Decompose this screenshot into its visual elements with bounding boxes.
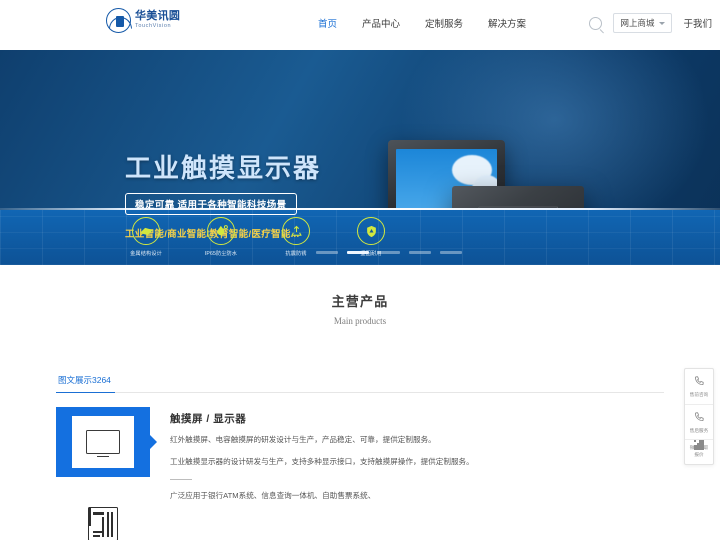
hero-feature-item: IP65防尘防水 bbox=[195, 217, 247, 257]
product-title: 触摸屏 / 显示器 bbox=[170, 413, 247, 425]
shock-resist-icon bbox=[282, 217, 310, 245]
section-title-en: Main products bbox=[333, 316, 387, 326]
metal-plate-icon bbox=[132, 217, 160, 245]
contact-aftersale-button[interactable]: 售后服务 bbox=[685, 405, 713, 441]
tab-image-text-display[interactable]: 图文展示3264 bbox=[56, 374, 115, 393]
carousel-dot[interactable] bbox=[409, 251, 431, 254]
main-products-heading: 主营产品 Main products bbox=[0, 265, 720, 326]
contact-presale-button[interactable]: 售前咨询 bbox=[685, 369, 713, 405]
monitor-icon bbox=[86, 430, 120, 454]
site-logo[interactable]: 华美讯圆 TouchVision bbox=[106, 8, 180, 33]
hero-banner: 工业触摸显示器 稳定可靠 适用于各种智能科技场景 工业智能/商业智能/教育智能/… bbox=[0, 50, 720, 265]
main-navigation[interactable]: 首页 产品中心 定制服务 解决方案 bbox=[318, 16, 526, 30]
shield-icon bbox=[357, 217, 385, 245]
product-thumbnail-list bbox=[56, 407, 150, 540]
hero-feature-label: 抗震防锈 bbox=[285, 251, 307, 257]
contact-aftersale-label: 售后服务 bbox=[689, 427, 709, 433]
phone-icon bbox=[687, 410, 711, 426]
phone-icon bbox=[687, 374, 711, 390]
eye-logo-icon bbox=[106, 8, 132, 33]
online-shop-select[interactable]: 网上商城 bbox=[613, 13, 673, 33]
product-body: 触摸屏 / 显示器 红外触摸屏、电容触摸屏的研发设计与生产，产品稳定、可靠，提供… bbox=[56, 407, 664, 540]
nav-item-solutions[interactable]: 解决方案 bbox=[488, 16, 526, 30]
nav-item-home[interactable]: 首页 bbox=[318, 16, 337, 30]
online-shop-select-value: 网上商城 bbox=[620, 18, 655, 28]
divider bbox=[170, 479, 192, 481]
logo-name-cn: 华美讯圆 bbox=[135, 10, 181, 23]
product-showcase: 图文展示3264 触摸屏 / 显示器 红外触摸屏、电容触摸屏的研发设计与生产，产… bbox=[0, 374, 720, 540]
logo-name-en: TouchVision bbox=[135, 23, 172, 30]
product-tab-row: 图文展示3264 bbox=[56, 374, 664, 393]
floating-contact-panel: 售前咨询 售后服务 微信获取 报价 bbox=[684, 368, 714, 465]
carousel-dot[interactable] bbox=[440, 251, 462, 254]
hero-feature-item: 抗震防锈 bbox=[270, 217, 322, 257]
logo-text: 华美讯圆 TouchVision bbox=[135, 11, 180, 30]
hero-feature-label: IP65防尘防水 bbox=[204, 251, 238, 257]
nav-item-about[interactable]: 于我们 bbox=[683, 16, 712, 30]
product-thumbnail-industrial-pc[interactable] bbox=[56, 489, 150, 540]
hero-badge: 稳定可靠 适用于各种智能科技场景 bbox=[125, 193, 297, 215]
carousel-dot-active[interactable] bbox=[347, 251, 369, 254]
contact-presale-label: 售前咨询 bbox=[689, 392, 709, 397]
product-thumbnail-monitor[interactable] bbox=[56, 407, 150, 477]
product-paragraph-2: 工业触摸显示器的设计研发与生产，支持多种显示接口，支持触摸屏操作，提供定制服务。 bbox=[170, 456, 474, 466]
hero-title: 工业触摸显示器 bbox=[125, 153, 322, 183]
search-icon[interactable] bbox=[589, 16, 603, 30]
section-title-cn: 主营产品 bbox=[331, 294, 389, 309]
carousel-indicators[interactable] bbox=[316, 251, 462, 254]
nav-item-products[interactable]: 产品中心 bbox=[362, 16, 400, 30]
wechat-quote-button[interactable]: 微信获取 报价 bbox=[685, 439, 713, 463]
carousel-dot[interactable] bbox=[316, 251, 338, 254]
site-header: 华美讯圆 TouchVision 首页 产品中心 定制服务 解决方案 网上商城 … bbox=[0, 0, 720, 50]
product-paragraph-1: 红外触摸屏、电容触摸屏的研发设计与生产，产品稳定、可靠，提供定制服务。 bbox=[170, 435, 436, 444]
header-right-tools: 网上商城 于我们 bbox=[589, 13, 712, 33]
industrial-pc-icon bbox=[88, 507, 118, 540]
wechat-quote-label-2: 报价 bbox=[694, 451, 704, 457]
waterdrop-icon bbox=[207, 217, 235, 245]
chevron-down-icon bbox=[659, 21, 666, 25]
carousel-dot[interactable] bbox=[378, 251, 400, 254]
hero-feature-item: 金属结构设计 bbox=[120, 217, 172, 257]
hero-feature-label: 金属结构设计 bbox=[130, 251, 162, 257]
nav-item-custom[interactable]: 定制服务 bbox=[425, 16, 463, 30]
product-info: 触摸屏 / 显示器 红外触摸屏、电容触摸屏的研发设计与生产，产品稳定、可靠，提供… bbox=[170, 407, 664, 540]
product-footer-text: 广泛应用于银行ATM系统、信息查询一体机、自助售票系统、 bbox=[170, 491, 376, 501]
